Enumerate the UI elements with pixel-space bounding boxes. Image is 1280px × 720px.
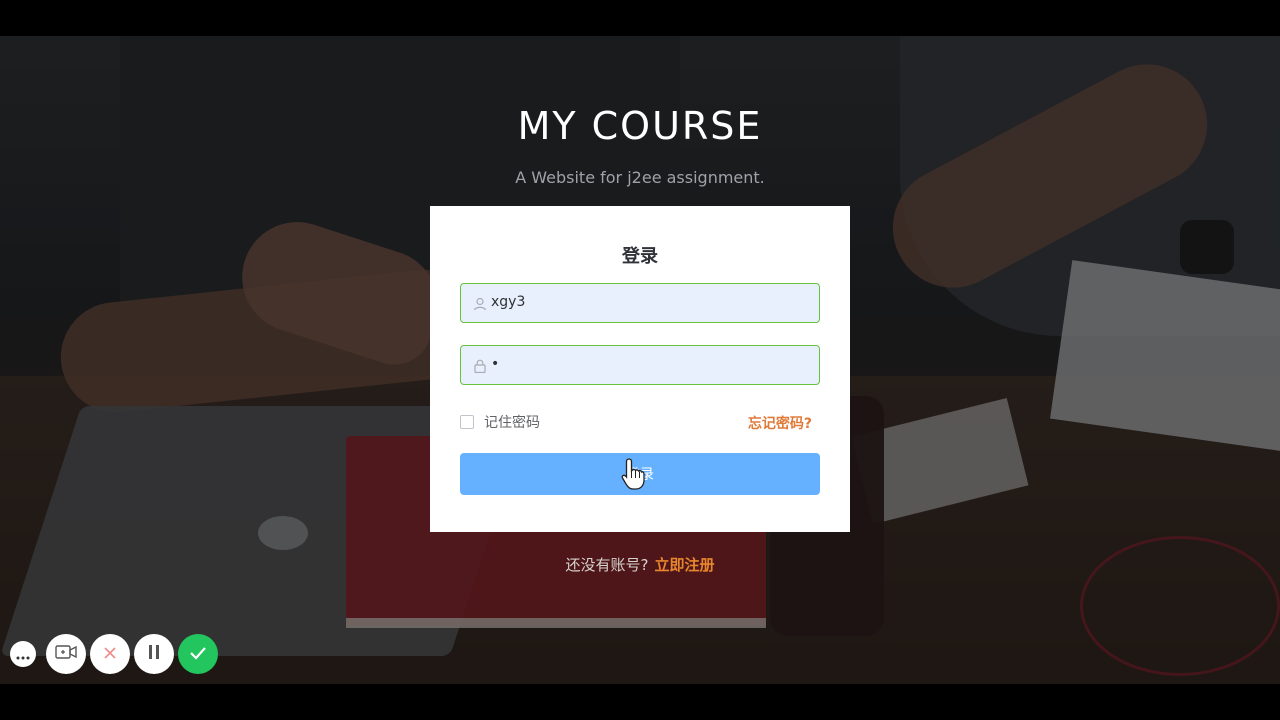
register-link[interactable]: 立即注册	[654, 556, 714, 574]
lock-icon	[473, 358, 487, 374]
password-input[interactable]: •	[460, 345, 820, 385]
site-subtitle: A Website for j2ee assignment.	[515, 168, 765, 187]
close-icon	[103, 645, 117, 664]
pause-icon	[148, 644, 160, 664]
remember-label: 记住密码	[484, 415, 540, 431]
camera-button[interactable]	[46, 634, 86, 674]
login-card: 登录 xgy3 • 记住密码 忘记密码? 登录	[430, 206, 850, 532]
camera-icon	[55, 644, 77, 664]
register-question: 还没有账号?	[565, 556, 649, 574]
remember-checkbox[interactable]	[460, 415, 474, 429]
hand-pointer-cursor-icon	[620, 457, 650, 491]
forgot-password-link[interactable]: 忘记密码?	[748, 413, 812, 433]
pause-button[interactable]	[134, 634, 174, 674]
login-button[interactable]: 登录	[460, 453, 820, 495]
check-icon	[189, 645, 207, 664]
login-title: 登录	[622, 246, 658, 267]
password-value: •	[491, 356, 500, 372]
user-icon	[473, 296, 487, 311]
register-prompt: 还没有账号? 立即注册	[0, 554, 1280, 575]
finish-recording-button[interactable]	[178, 634, 218, 674]
letterbox-top	[0, 0, 1280, 36]
cancel-recording-button[interactable]	[90, 634, 130, 674]
site-title: MY COURSE	[517, 104, 763, 148]
more-button[interactable]	[10, 641, 36, 667]
username-input[interactable]: xgy3	[460, 283, 820, 323]
recorder-toolbar	[10, 634, 222, 674]
letterbox-bottom	[0, 684, 1280, 720]
username-value: xgy3	[491, 294, 526, 310]
remember-password[interactable]: 记住密码	[460, 413, 540, 431]
more-icon	[16, 645, 30, 664]
